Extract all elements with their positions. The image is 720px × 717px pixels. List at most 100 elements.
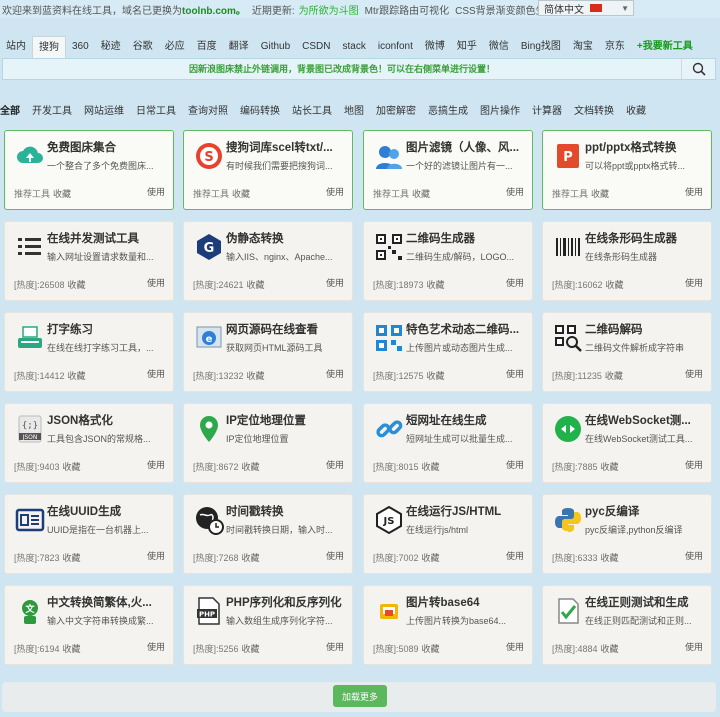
use-button[interactable]: 使用 [147, 640, 165, 653]
tool-title[interactable]: 网页源码在线查看 [226, 321, 348, 337]
favorite-link[interactable]: 收藏 [606, 280, 624, 290]
tool-card[interactable]: 在线UUID生成 UUID是指在一台机器上... [热度]:7823 收藏 使用 [4, 494, 174, 574]
use-button[interactable]: 使用 [685, 367, 703, 380]
tool-title[interactable]: 二维码解码 [585, 321, 707, 337]
engine-tab[interactable]: 知乎 [451, 36, 483, 58]
use-button[interactable]: 使用 [147, 458, 165, 471]
tool-card[interactable]: 打字练习 在线在线打字练习工具，... [热度]:14412 收藏 使用 [4, 312, 174, 392]
use-button[interactable]: 使用 [506, 367, 524, 380]
category-tab[interactable]: 站长工具 [286, 102, 338, 117]
tool-title[interactable]: 打字练习 [47, 321, 169, 337]
favorite-link[interactable]: 收藏 [422, 553, 440, 563]
tool-card[interactable]: Pppt/pptx格式转换 可以将ppt或pptx格式转... 推荐工具 收藏 使用 [542, 130, 712, 210]
news-link-2[interactable]: Mtr跟踪路由可视化 [365, 2, 449, 17]
tool-title[interactable]: 伪静态转换 [226, 230, 348, 246]
category-tab[interactable]: 收藏 [620, 102, 652, 117]
favorite-link[interactable]: 收藏 [68, 371, 86, 381]
favorite-link[interactable]: 收藏 [63, 462, 81, 472]
use-button[interactable]: 使用 [506, 276, 524, 289]
use-button[interactable]: 使用 [506, 549, 524, 562]
category-tab[interactable]: 地图 [338, 102, 370, 117]
use-button[interactable]: 使用 [685, 276, 703, 289]
engine-tab[interactable]: 翻译 [223, 36, 255, 58]
category-tab[interactable]: 全部 [0, 102, 26, 117]
tool-title[interactable]: 在线条形码生成器 [585, 230, 707, 246]
domain-text[interactable]: toolnb.com。 [182, 2, 246, 17]
tool-card[interactable]: G 伪静态转换 输入IIS、nginx、Apache... [热度]:24621 收藏 使… [183, 221, 353, 301]
engine-tab[interactable]: iconfont [372, 36, 419, 58]
use-button[interactable]: 使用 [147, 185, 165, 198]
use-button[interactable]: 使用 [685, 640, 703, 653]
news-link-1[interactable]: 为所欲为斗图 [299, 2, 359, 17]
favorite-link[interactable]: 收藏 [412, 189, 430, 199]
tool-title[interactable]: IP定位地理位置 [226, 412, 348, 428]
use-button[interactable]: 使用 [326, 640, 344, 653]
tool-title[interactable]: 在线并发测试工具 [47, 230, 169, 246]
engine-tab[interactable]: 淘宝 [567, 36, 599, 58]
favorite-link[interactable]: 收藏 [242, 553, 260, 563]
engine-tab[interactable]: 站内 [0, 36, 32, 58]
favorite-link[interactable]: 收藏 [63, 644, 81, 654]
tool-card[interactable]: {;} JSON JSON格式化 工具包含JSON的常规格... [热度]:9403 收藏… [4, 403, 174, 483]
tool-title[interactable]: PHP序列化和反序列化 [226, 594, 348, 610]
favorite-link[interactable]: 收藏 [427, 371, 445, 381]
tool-card[interactable]: 二维码生成器 二维码生成/解码，LOGO... [热度]:18973 收藏 使用 [363, 221, 533, 301]
favorite-link[interactable]: 收藏 [591, 189, 609, 199]
tool-title[interactable]: 图片转base64 [406, 594, 528, 610]
tool-title[interactable]: 特色艺术动态二维码... [406, 321, 528, 337]
tool-card[interactable]: 图片滤镜（人像、风... 一个好的滤镜让图片有一... 推荐工具 收藏 使用 [363, 130, 533, 210]
engine-tab[interactable]: 微信 [483, 36, 515, 58]
search-input[interactable] [3, 59, 681, 79]
favorite-link[interactable]: 收藏 [605, 371, 623, 381]
category-tab[interactable]: 恶搞生成 [422, 102, 474, 117]
tool-card[interactable]: 文中文转换简繁体,火... 输入中文字符串转换成繁... [热度]:6194 收藏 使用 [4, 585, 174, 665]
tool-title[interactable]: 二维码生成器 [406, 230, 528, 246]
tool-card[interactable]: 二维码解码 二维码文件解析成字符串 [热度]:11235 收藏 使用 [542, 312, 712, 392]
tool-title[interactable]: 在线正则测试和生成 [585, 594, 707, 610]
tool-title[interactable]: 时间戳转换 [226, 503, 348, 519]
favorite-link[interactable]: 收藏 [53, 189, 71, 199]
favorite-link[interactable]: 收藏 [242, 462, 260, 472]
favorite-link[interactable]: 收藏 [232, 189, 250, 199]
tool-card[interactable]: 在线条形码生成器 在线条形码生成器 [热度]:16062 收藏 使用 [542, 221, 712, 301]
tool-card[interactable]: 在线正则测试和生成 在线正则匹配测试和正则... [热度]:4884 收藏 使用 [542, 585, 712, 665]
engine-tab[interactable]: 百度 [191, 36, 223, 58]
tool-title[interactable]: ppt/pptx格式转换 [585, 139, 707, 155]
engine-tab[interactable]: Bing找图 [515, 36, 567, 58]
language-select[interactable]: 简体中文 ▼ [538, 0, 634, 16]
tool-card[interactable]: 在线并发测试工具 输入网址设置请求数量和... [热度]:26508 收藏 使用 [4, 221, 174, 301]
engine-tab[interactable]: 必应 [159, 36, 191, 58]
favorite-link[interactable]: 收藏 [427, 280, 445, 290]
use-button[interactable]: 使用 [326, 276, 344, 289]
use-button[interactable]: 使用 [147, 276, 165, 289]
tool-card[interactable]: 时间戳转换 时间戳转换日期，输入时... [热度]:7268 收藏 使用 [183, 494, 353, 574]
use-button[interactable]: 使用 [326, 549, 344, 562]
favorite-link[interactable]: 收藏 [247, 280, 265, 290]
use-button[interactable]: 使用 [685, 458, 703, 471]
engine-tab[interactable]: 秘迹 [95, 36, 127, 58]
favorite-link[interactable]: 收藏 [601, 553, 619, 563]
add-tool-link[interactable]: +我要新工具 [631, 36, 699, 58]
category-tab[interactable]: 开发工具 [26, 102, 78, 117]
category-tab[interactable]: 图片操作 [474, 102, 526, 117]
tool-title[interactable]: 免费图床集合 [47, 139, 169, 155]
tool-title[interactable]: JSON格式化 [47, 412, 169, 428]
category-tab[interactable]: 编码转换 [234, 102, 286, 117]
tool-card[interactable]: 特色艺术动态二维码... 上传图片或动态图片生成... [热度]:12575 收藏 使用 [363, 312, 533, 392]
tool-card[interactable]: pyc反编译 pyc反编译,python反编译 [热度]:6333 收藏 使用 [542, 494, 712, 574]
use-button[interactable]: 使用 [506, 640, 524, 653]
tool-title[interactable]: 在线WebSocket测... [585, 412, 707, 428]
category-tab[interactable]: 文档转换 [568, 102, 620, 117]
favorite-link[interactable]: 收藏 [601, 644, 619, 654]
category-tab[interactable]: 网站运维 [78, 102, 130, 117]
use-button[interactable]: 使用 [685, 185, 703, 198]
use-button[interactable]: 使用 [326, 458, 344, 471]
tool-card[interactable]: 图片转base64 上传图片转换为base64... [热度]:5089 收藏 使用 [363, 585, 533, 665]
tool-title[interactable]: 中文转换简繁体,火... [47, 594, 169, 610]
engine-tab[interactable]: CSDN [296, 36, 336, 58]
tool-card[interactable]: JS 在线运行JS/HTML 在线运行js/html [热度]:7002 收藏 使用 [363, 494, 533, 574]
engine-tab[interactable]: 谷歌 [127, 36, 159, 58]
tool-card[interactable]: 免费图床集合 一个整合了多个免费图床... 推荐工具 收藏 使用 [4, 130, 174, 210]
engine-tab[interactable]: 搜狗 [32, 36, 66, 58]
use-button[interactable]: 使用 [506, 458, 524, 471]
